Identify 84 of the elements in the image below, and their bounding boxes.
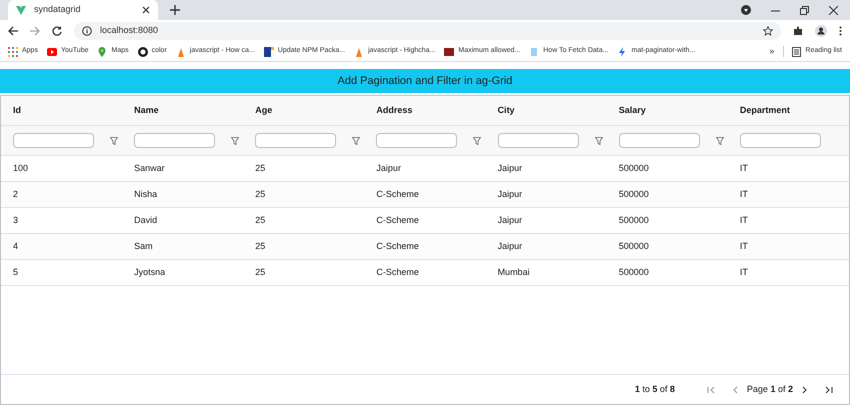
table-cell-text: 25 xyxy=(254,188,266,201)
table-cell-text: IT xyxy=(738,188,749,201)
apps-grid-icon xyxy=(8,46,18,56)
filter-icon[interactable] xyxy=(110,136,118,144)
overflow-chevron[interactable]: » xyxy=(769,44,774,58)
table-cell-text: Sanwar xyxy=(133,162,166,175)
filter-input[interactable] xyxy=(740,133,821,148)
kebab-menu-icon[interactable] xyxy=(839,26,842,36)
lightning-icon xyxy=(617,46,628,56)
browser-tab[interactable]: syndatagrid xyxy=(8,0,158,20)
filter-input[interactable] xyxy=(498,133,579,148)
table-cell-text: 500000 xyxy=(618,162,650,175)
table-cell-text: 500000 xyxy=(618,240,650,253)
previous-page-icon[interactable] xyxy=(730,386,739,394)
filter-icon[interactable] xyxy=(473,136,482,144)
table-cell-text: Jaipur xyxy=(496,188,524,201)
filter-input[interactable] xyxy=(255,133,336,148)
star-icon[interactable] xyxy=(763,26,773,36)
restore-icon[interactable] xyxy=(800,6,809,14)
table-cell-text: David xyxy=(133,214,158,227)
table-cell-text: IT xyxy=(738,214,749,227)
column-header[interactable]: City xyxy=(486,96,607,125)
table-cell-text: Sam xyxy=(133,240,154,253)
row-count-summary: 1 to 5 of 8 xyxy=(634,382,675,396)
column-header[interactable]: Id xyxy=(1,96,122,125)
table-cell-text: Jaipur xyxy=(496,214,524,227)
filter-input[interactable] xyxy=(134,133,216,148)
next-page-icon[interactable] xyxy=(801,386,809,394)
column-header[interactable]: Department xyxy=(728,96,849,125)
last-page-icon[interactable] xyxy=(825,386,833,394)
list-icon xyxy=(792,46,802,56)
table-cell-text: Mumbai xyxy=(496,266,531,279)
url-text: localhost:8080 xyxy=(100,24,158,38)
table-cell-text: 4 xyxy=(12,240,20,253)
map-pin-icon xyxy=(97,46,108,56)
filter-input[interactable] xyxy=(13,133,94,148)
profile-icon[interactable] xyxy=(815,25,827,37)
table-cell-text: 500000 xyxy=(618,266,650,279)
table-cell-text: 100 xyxy=(12,162,30,175)
filter-input[interactable] xyxy=(376,133,458,148)
table-cell-text: 25 xyxy=(254,266,266,279)
table-cell-text: 25 xyxy=(254,240,266,253)
tab-title: syndatagrid xyxy=(34,3,82,16)
address-bar[interactable]: localhost:8080 xyxy=(74,22,781,40)
table-cell-text: Jaipur xyxy=(375,162,402,175)
table-cell-text: 500000 xyxy=(618,188,650,201)
table-cell-text: C-Scheme xyxy=(375,240,420,253)
play-button-icon xyxy=(46,46,57,56)
table-cell-text: Nisha xyxy=(133,188,158,201)
page-banner: Add Pagination and Filter in ag-Grid xyxy=(0,69,850,93)
table-cell-text: 25 xyxy=(254,162,266,175)
filter-icon[interactable] xyxy=(594,136,603,144)
first-page-icon[interactable] xyxy=(706,386,715,394)
grid-logo-icon xyxy=(264,46,274,56)
close-icon[interactable] xyxy=(142,6,150,14)
filter-icon[interactable] xyxy=(716,136,724,144)
table-cell-text: C-Scheme xyxy=(375,188,420,201)
table-cell-text: C-Scheme xyxy=(375,266,420,279)
close-icon[interactable] xyxy=(829,6,838,14)
table-cell-text: IT xyxy=(738,266,749,279)
table-cell-text: IT xyxy=(738,240,749,253)
info-icon xyxy=(82,26,92,36)
column-header[interactable]: Age xyxy=(243,96,364,125)
column-header[interactable]: Address xyxy=(364,96,486,125)
reload-icon[interactable] xyxy=(52,26,62,36)
table-cell-text: 25 xyxy=(254,214,266,227)
table-cell-text: Jyotsna xyxy=(133,266,166,279)
table-cell-text: 500000 xyxy=(618,214,650,227)
table-cell-text: 2 xyxy=(12,188,20,201)
filter-input[interactable] xyxy=(618,133,700,148)
filter-icon[interactable] xyxy=(231,136,240,144)
table-cell-text: 5 xyxy=(12,266,20,279)
plus-icon[interactable] xyxy=(170,5,180,15)
filter-icon[interactable] xyxy=(352,136,360,144)
page-indicator: Page 1 of 2 xyxy=(746,382,793,396)
table-cell-text: Jaipur xyxy=(496,240,524,253)
column-header[interactable]: Salary xyxy=(606,96,728,125)
table-cell-text: Jaipur xyxy=(496,162,524,175)
vue-logo-icon xyxy=(16,6,26,14)
table-cell-text: IT xyxy=(738,162,749,175)
table-cell-text: 3 xyxy=(12,214,20,227)
table-cell-text: C-Scheme xyxy=(375,214,420,227)
back-arrow-icon[interactable] xyxy=(8,26,18,36)
column-header[interactable]: Name xyxy=(122,96,244,125)
